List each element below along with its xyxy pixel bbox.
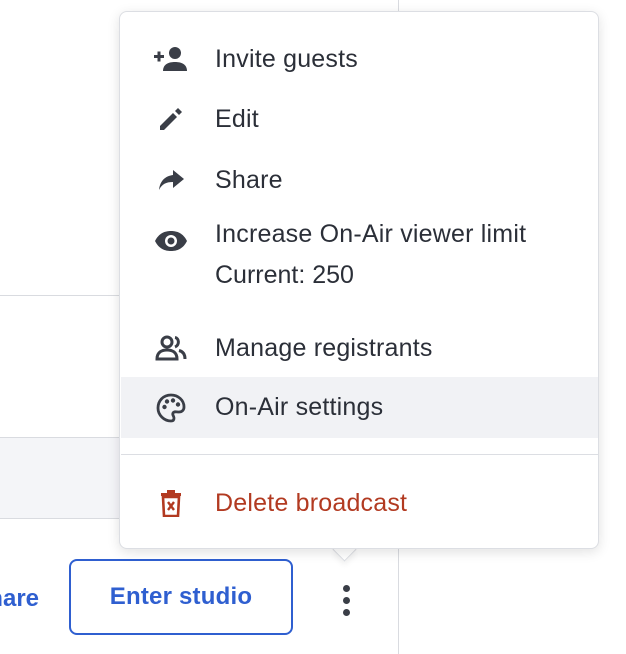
- share-arrow-icon: [153, 162, 189, 198]
- viewer-limit-current: Current: 250: [215, 261, 354, 289]
- trash-icon: [153, 485, 189, 521]
- more-options-icon[interactable]: [330, 578, 362, 622]
- menu-item-label: Edit: [215, 104, 259, 133]
- enter-studio-button[interactable]: Enter studio: [69, 559, 293, 635]
- menu-divider: [121, 454, 598, 455]
- people-icon: [153, 330, 189, 366]
- menu-item-invite-guests[interactable]: Invite guests: [121, 34, 598, 84]
- menu-item-share[interactable]: Share: [121, 155, 598, 205]
- menu-item-label: Invite guests: [215, 44, 358, 73]
- menu-item-on-air-settings[interactable]: On-Air settings: [121, 377, 598, 438]
- actions-menu: Invite guests Edit Share Increase On-Air…: [119, 11, 599, 549]
- menu-item-label: Manage registrants: [215, 333, 433, 362]
- menu-item-delete-broadcast[interactable]: Delete broadcast: [121, 478, 598, 528]
- menu-item-manage-registrants[interactable]: Manage registrants: [121, 323, 598, 373]
- eye-icon: [153, 223, 189, 259]
- menu-item-edit[interactable]: Edit: [121, 94, 598, 144]
- share-link[interactable]: Share: [0, 581, 39, 617]
- add-person-icon: [153, 41, 189, 77]
- menu-item-label: Share: [215, 165, 283, 194]
- menu-item-label: Delete broadcast: [215, 488, 408, 517]
- menu-item-label: On-Air settings: [215, 393, 384, 421]
- pencil-icon: [153, 101, 189, 137]
- palette-icon: [153, 390, 189, 426]
- menu-item-increase-viewer-limit[interactable]: Increase On-Air viewer limit Current: 25…: [121, 220, 598, 314]
- menu-item-label: Increase On-Air viewer limit: [215, 220, 527, 248]
